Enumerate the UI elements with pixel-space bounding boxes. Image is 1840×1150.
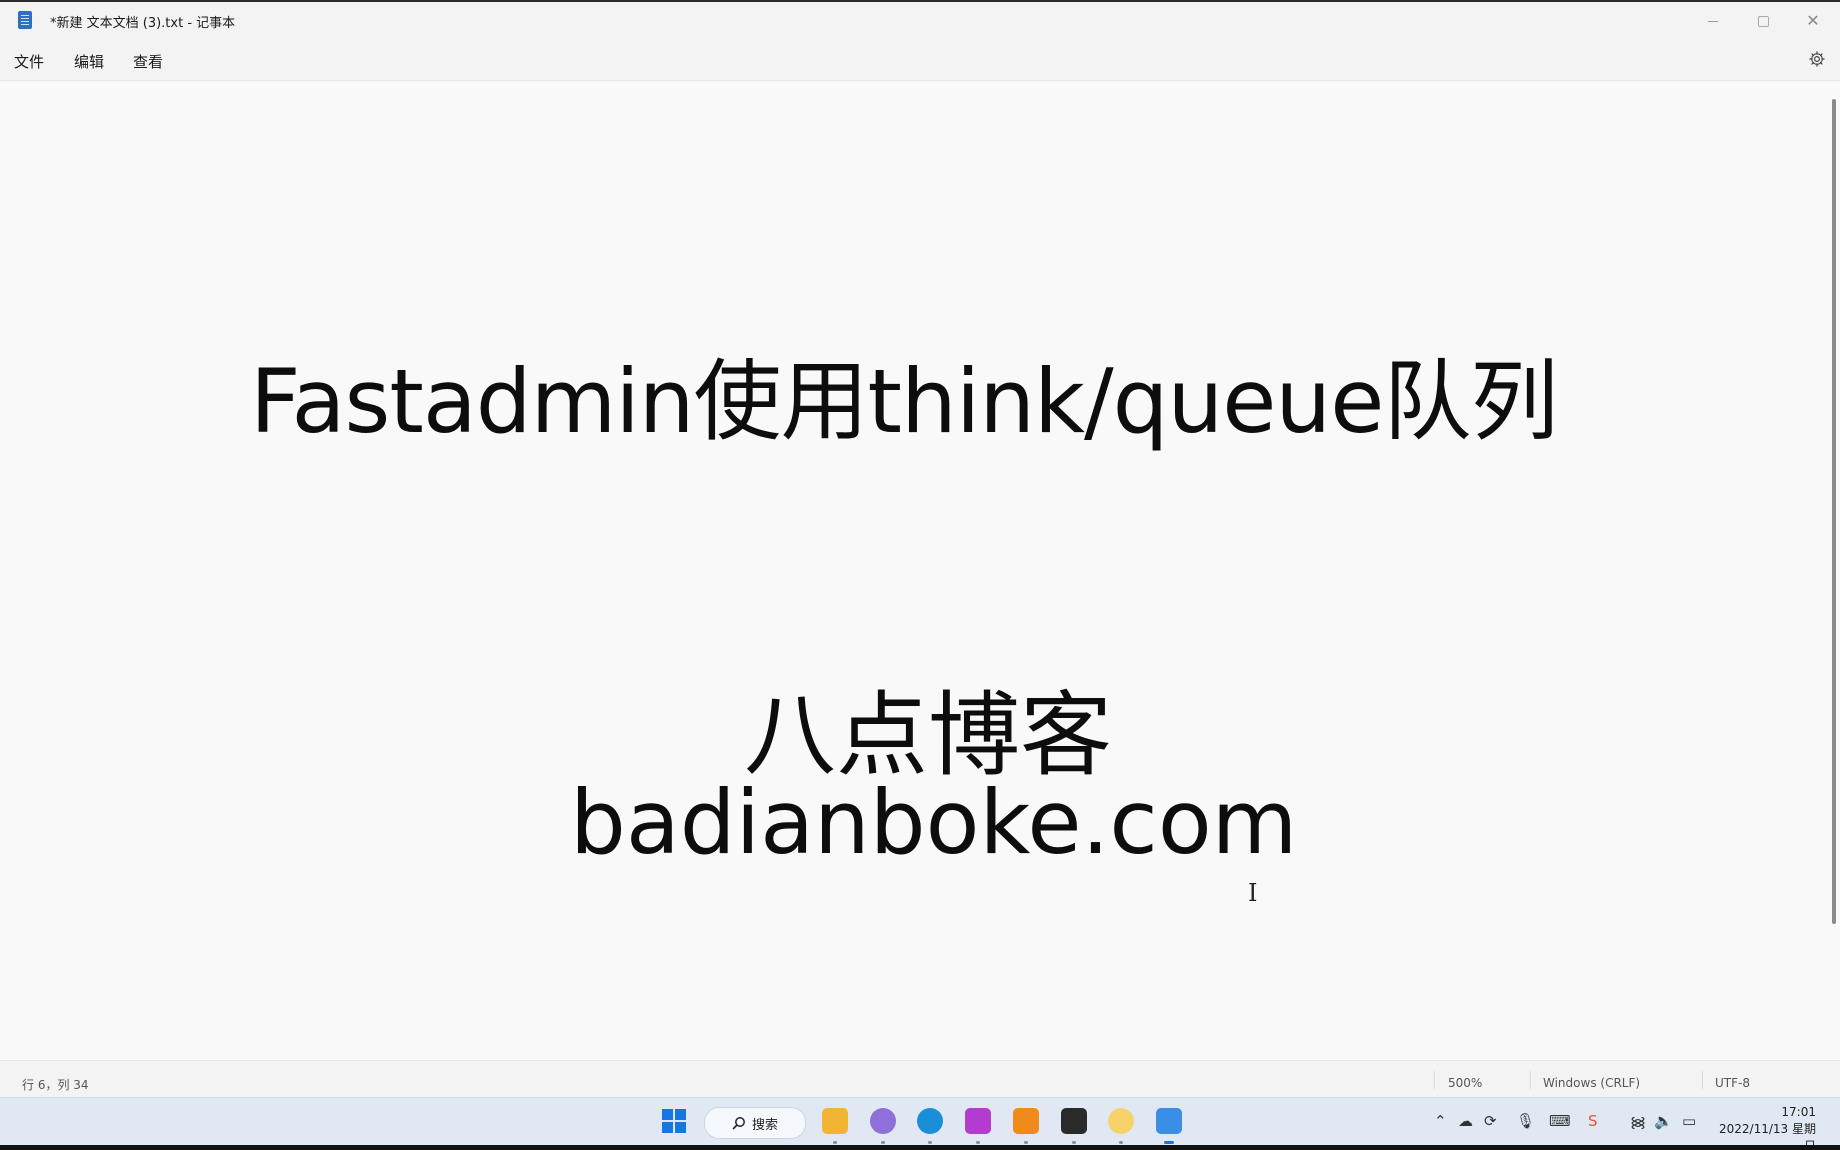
notepad-window: *新建 文本文档 (3).txt - 记事本 ✕ 文件 编辑 查看 Fastad… <box>0 2 1840 1097</box>
running-indicator <box>976 1141 980 1144</box>
screen-bottom-edge <box>0 1145 1840 1150</box>
windows-logo-icon-part <box>662 1122 673 1133</box>
active-indicator <box>1164 1141 1174 1144</box>
status-divider <box>1530 1071 1531 1089</box>
copilot-icon[interactable] <box>870 1108 896 1134</box>
menu-edit[interactable]: 编辑 <box>74 51 104 72</box>
menu-view[interactable]: 查看 <box>133 51 163 72</box>
windows-logo-icon-part <box>675 1122 686 1133</box>
running-indicator <box>1024 1141 1028 1144</box>
start-button[interactable] <box>662 1109 686 1133</box>
taskbar: 搜索 ⌃ ☁ ⟳ 🎙 ⌨ S ᯼ 🔈 ▭ 17:01 2022/11/13 星期… <box>0 1097 1840 1150</box>
app-orange-icon[interactable] <box>1013 1108 1039 1134</box>
status-divider <box>1434 1071 1435 1089</box>
microphone-icon[interactable]: 🎙 <box>1516 1112 1535 1130</box>
line-ending[interactable]: Windows (CRLF) <box>1543 1076 1640 1090</box>
edge-icon[interactable] <box>917 1108 943 1134</box>
running-indicator <box>1119 1141 1123 1144</box>
notepad-icon[interactable] <box>1156 1108 1182 1134</box>
search-icon <box>732 1117 745 1130</box>
sync-icon[interactable]: ⟳ <box>1484 1112 1497 1130</box>
maximize-button[interactable] <box>1740 6 1786 36</box>
vertical-scrollbar[interactable] <box>1832 99 1836 924</box>
running-indicator <box>833 1141 837 1144</box>
window-title: *新建 文本文档 (3).txt - 记事本 <box>50 16 236 31</box>
keyboard-icon[interactable]: ⌨ <box>1549 1112 1571 1130</box>
cloud-icon[interactable]: ☁ <box>1458 1112 1473 1130</box>
close-button[interactable]: ✕ <box>1790 6 1836 36</box>
file-explorer-icon[interactable] <box>822 1108 848 1134</box>
running-indicator <box>1072 1141 1076 1144</box>
volume-icon[interactable]: 🔈 <box>1654 1112 1673 1130</box>
settings-gear-icon[interactable] <box>1808 50 1826 68</box>
text-editor[interactable]: Fastadmin使用think/queue队列 八点博客 badianboke… <box>0 81 1832 1061</box>
zoom-level: 500% <box>1448 1076 1483 1090</box>
status-divider <box>1702 1071 1703 1089</box>
cursor-position: 行 6，列 34 <box>22 1078 89 1092</box>
editor-line-title: Fastadmin使用think/queue队列 <box>250 350 1558 453</box>
minimize-icon <box>1708 20 1718 22</box>
clock-time: 17:01 <box>1781 1105 1816 1119</box>
system-clock[interactable]: 17:01 2022/11/13 星期日 <box>1716 1104 1816 1150</box>
encoding[interactable]: UTF-8 <box>1715 1076 1750 1090</box>
windows-logo-icon-part <box>675 1109 686 1120</box>
title-bar: *新建 文本文档 (3).txt - 记事本 ✕ <box>0 2 1840 40</box>
menu-file[interactable]: 文件 <box>14 51 44 72</box>
app-dark-icon[interactable] <box>1061 1108 1087 1134</box>
windows-logo-icon <box>662 1109 673 1120</box>
running-indicator <box>928 1141 932 1144</box>
input-method-icon[interactable]: S <box>1588 1112 1598 1130</box>
minimize-button[interactable] <box>1690 6 1736 36</box>
search-label: 搜索 <box>751 1117 778 1133</box>
close-icon: ✕ <box>1806 11 1820 30</box>
app-yellow-icon[interactable] <box>1108 1108 1134 1134</box>
phpstorm-icon[interactable] <box>965 1108 991 1134</box>
battery-icon[interactable]: ▭ <box>1682 1112 1696 1130</box>
running-indicator <box>881 1141 885 1144</box>
notepad-app-icon <box>18 11 32 29</box>
menu-bar: 文件 编辑 查看 <box>0 40 1840 81</box>
editor-line-url: badianboke.com <box>570 771 1298 874</box>
status-bar: 行 6，列 34 500% Windows (CRLF) UTF-8 <box>0 1060 1840 1097</box>
wifi-icon[interactable]: ᯼ <box>1630 1112 1646 1132</box>
maximize-icon <box>1757 15 1769 27</box>
chevron-up-icon[interactable]: ⌃ <box>1434 1112 1447 1130</box>
taskbar-search[interactable]: 搜索 <box>704 1107 806 1139</box>
text-cursor-icon: I <box>1248 879 1258 907</box>
